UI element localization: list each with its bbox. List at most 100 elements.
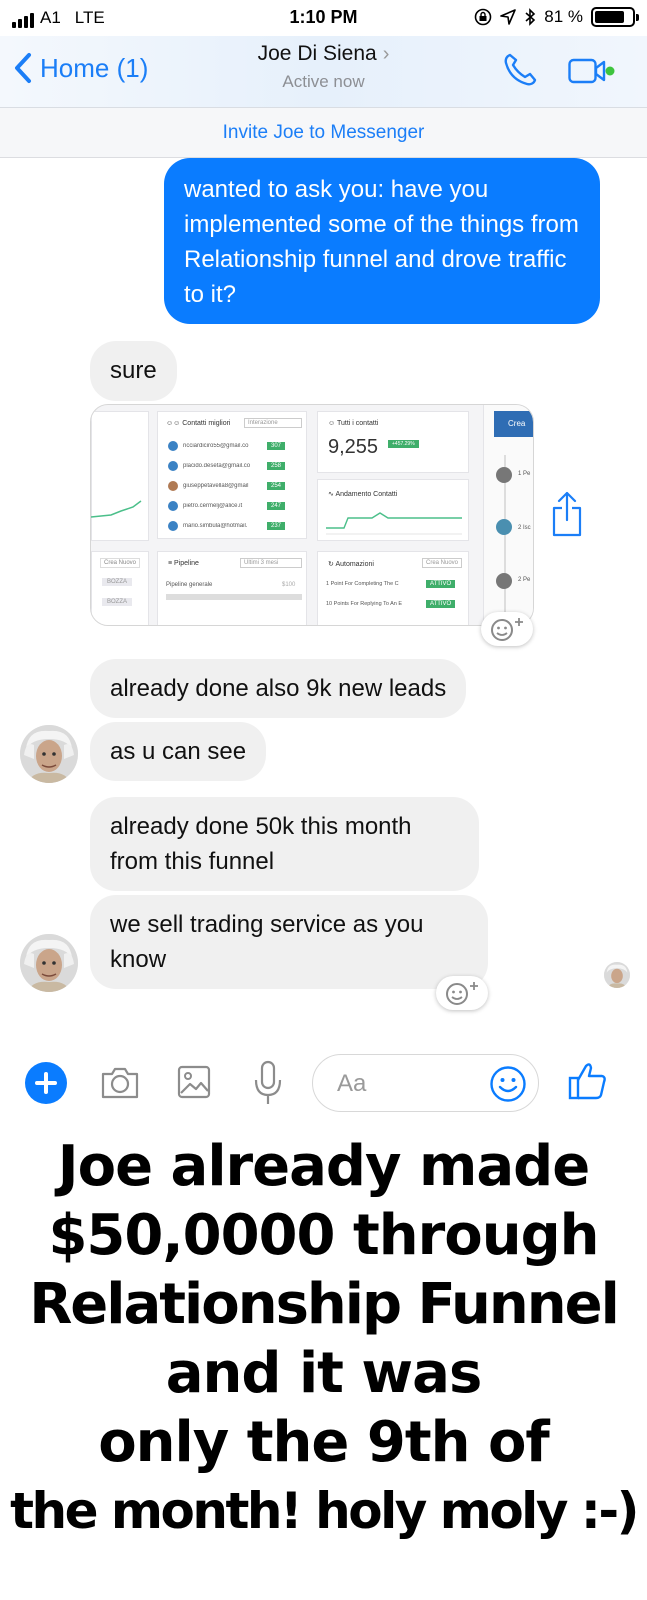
video-camera-icon[interactable] [568,58,616,84]
status-right: 81 % [474,7,639,27]
contact-name: Joe Di Siena [257,42,377,65]
left-card-bottom: Crea Nuovo BOZZA BOZZA [91,551,149,625]
add-reaction-button[interactable] [436,976,488,1010]
avatar[interactable] [20,725,78,783]
contact-score: 307 [267,442,286,450]
contact-email: pietro.cermelj@alice.it [183,503,243,509]
phone-icon[interactable] [502,52,538,88]
bluetooth-icon [525,8,536,26]
pipeline-item: Pipeline generale [166,582,213,588]
contact-row: mario.simbula@hotmail. 237 [168,520,286,532]
avatar [168,441,178,451]
avatar [168,461,178,471]
automation-status: ATTIVO [426,600,456,608]
lock-rotation-icon [474,8,492,26]
input-placeholder: Aa [337,1070,367,1097]
users-icon: ☺☺ [166,420,181,427]
message-outgoing[interactable]: wanted to ask you: have you implemented … [164,158,600,324]
message-incoming[interactable]: already done 50k this month from this fu… [90,797,479,891]
message-incoming[interactable]: already done also 9k new leads [90,659,467,718]
contact-row: giuseppetavella8@gmail 254 [168,480,286,492]
seen-receipt-avatar [604,962,630,988]
draft-tag: BOZZA [102,598,133,606]
avatar [168,501,178,511]
avatar [168,481,178,491]
add-reaction-button[interactable] [481,612,533,646]
share-icon[interactable] [551,490,583,538]
trend-card: ∿ Andamento Contatti [317,479,469,541]
message-input[interactable]: Aa [312,1054,539,1112]
timeline-dot [496,519,512,535]
contact-score: 258 [267,462,286,470]
pipeline-icon: ≡ [168,560,173,567]
timeline-dot [496,573,512,589]
message-incoming[interactable]: as u can see [90,722,267,781]
pipeline-bar [166,594,302,600]
message-incoming[interactable]: sure [90,341,177,401]
timeline-entry: 2 Pe [518,577,531,583]
contact-title[interactable]: Joe Di Siena › [0,42,647,66]
caption-line: $50,0000 through [48,1203,599,1268]
automation-name: 10 Points For Replying To An E [326,601,403,607]
all-contacts-value: 9,255 [328,436,379,458]
automations-title: Automazioni [335,561,374,568]
timeline-entry: 1 Pe [518,471,531,477]
battery-percent: 81 % [544,7,583,26]
pipeline-card: ≡ Pipeline Ultimi 3 mesi Pipeline genera… [157,551,307,625]
automation-name: 1 Point For Completing The C [326,581,399,587]
timeline-dot [496,467,512,483]
caption-line: Joe already made [57,1134,590,1199]
left-trend-chart [91,500,142,518]
message-text: already done also 9k new leads [110,675,447,702]
emoji-icon[interactable] [489,1065,527,1103]
contact-email: mario.simbula@hotmail. [183,523,248,529]
contact-row: pietro.cermelj@alice.it 247 [168,500,286,512]
message-text: from this funnel [110,848,275,875]
avatar [168,521,178,531]
thumbs-up-icon[interactable] [568,1060,608,1102]
draft-tag: BOZZA [102,578,133,586]
automation-row: 10 Points For Replying To An E ATTIVO [326,598,456,610]
pipeline-item-value: $100 [282,582,296,588]
contact-email: placido.deseta@gmail.co [183,463,251,469]
status-bar: A1 LTE 1:10 PM 81 % [0,0,647,36]
top-contacts-filter: Interazione [244,418,302,428]
refresh-icon: ↻ [328,561,334,568]
user-icon: ☺ [328,420,336,427]
caption-line: only the 9th of [98,1410,550,1475]
message-incoming[interactable]: we sell trading service as you know [90,895,488,989]
image-attachment[interactable]: Crea Nuovo BOZZA BOZZA ☺☺ Contatti migli… [90,404,534,626]
trend-chart [326,512,462,535]
message-text: we sell trading service as you know [110,911,424,973]
image-icon[interactable] [177,1064,211,1100]
contact-score: 247 [267,502,286,510]
presence-status: Active now [282,72,365,91]
message-text: sure [110,357,157,384]
contact-row: ricciardiciro55@gmail.co 307 [168,440,286,452]
avatar[interactable] [20,934,78,992]
contact-row: placido.deseta@gmail.co 258 [168,460,286,472]
timeline-entry: 2 Isc [518,525,531,531]
all-contacts-card: ☺ Tutti i contatti 9,255 +457.29% [317,411,469,473]
all-contacts-delta: +457.29% [388,440,419,448]
caption-line: the month! holy moly :-) [10,1482,639,1540]
trend-icon: ∿ [328,491,334,498]
message-composer: Aa [0,1040,647,1130]
camera-icon[interactable] [100,1064,140,1100]
add-reaction-icon [491,618,523,641]
chevron-right-icon: › [382,43,390,65]
create-new-button: Crea Nuovo [422,558,463,568]
automation-row: 1 Point For Completing The C ATTIVO [326,578,456,590]
create-button: Crea [494,411,533,437]
contact-email: giuseppetavella8@gmail [183,483,249,489]
location-icon [500,9,517,25]
invite-banner[interactable]: Invite Joe to Messenger [0,108,647,158]
pipeline-filter: Ultimi 3 mesi [240,558,302,568]
conversation-header: Home (1) Joe Di Siena › Active now [0,36,647,108]
plus-icon[interactable] [25,1062,67,1104]
microphone-icon[interactable] [253,1060,283,1106]
trend-title: Andamento Contatti [335,491,398,498]
automation-status: ATTIVO [426,580,456,588]
add-reaction-icon [446,982,478,1005]
create-new-button: Crea Nuovo [100,558,141,568]
